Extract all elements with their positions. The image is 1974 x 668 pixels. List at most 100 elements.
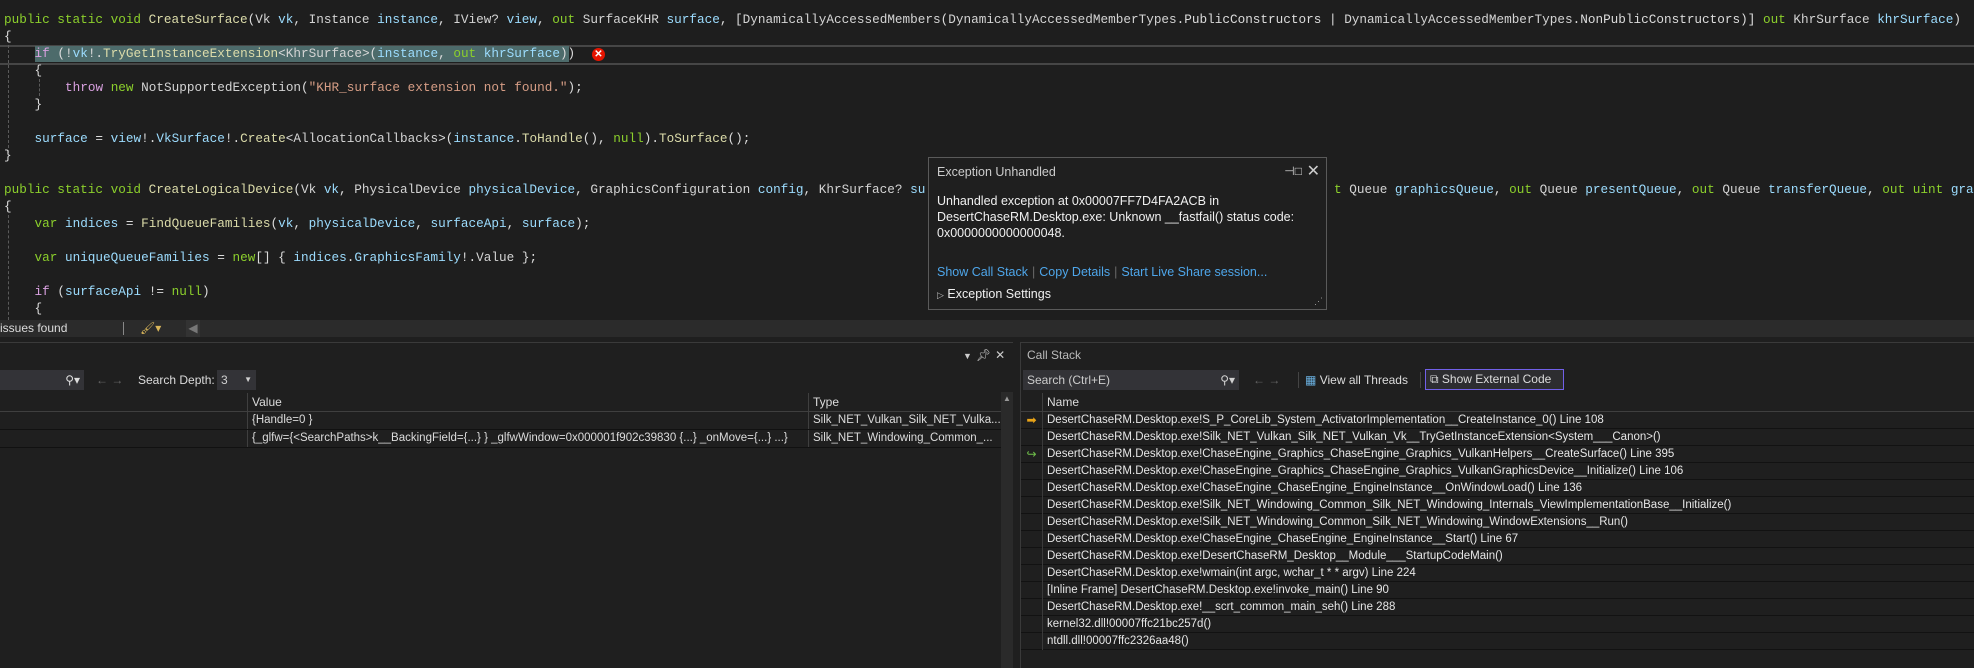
scrollbar[interactable]: ▲ [1001, 392, 1013, 668]
copy-details-link[interactable]: Copy Details [1039, 265, 1110, 279]
code-token: khrSurface [483, 46, 560, 61]
call-stack-frame[interactable]: DesertChaseRM.Desktop.exe!Silk_NET_Windo… [1021, 497, 1974, 514]
call-stack-frame[interactable]: DesertChaseRM.Desktop.exe!__scrt_common_… [1021, 599, 1974, 616]
show-call-stack-link[interactable]: Show Call Stack [937, 265, 1028, 279]
back-forward-arrows[interactable]: ← → [1253, 373, 1280, 387]
call-stack-frame[interactable]: DesertChaseRM.Desktop.exe!DesertChaseRM_… [1021, 548, 1974, 565]
call-stack-frame[interactable]: [Inline Frame] DesertChaseRM.Desktop.exe… [1021, 582, 1974, 599]
code-token: instance [453, 131, 515, 146]
call-stack-frame[interactable]: ↪ DesertChaseRM.Desktop.exe!ChaseEngine_G… [1021, 446, 1974, 463]
code-token: (! [49, 46, 73, 61]
show-external-code-button[interactable]: ⧉ Show External Code [1425, 369, 1564, 390]
code-token: DynamicallyAccessedMemberTypes [1344, 12, 1573, 27]
panel-menu-icon[interactable]: ▼ [963, 351, 976, 361]
code-line: var indices = FindQueueFamilies(vk, phys… [35, 215, 591, 232]
code-token: IView? [453, 12, 507, 27]
code-token: . [514, 131, 522, 146]
scroll-up-icon[interactable]: ▲ [1003, 394, 1011, 403]
popup-links: Show Call Stack | Copy Details | Start Live … [937, 265, 1267, 279]
code-token: , [537, 12, 553, 27]
code-line: { [35, 62, 43, 79]
close-icon[interactable]: ✕ [1307, 161, 1320, 181]
call-stack-frame[interactable]: kernel32.dll!00007ffc21bc257d() [1021, 616, 1974, 633]
column-header-type[interactable]: Type [808, 393, 839, 411]
code-line: } [4, 147, 12, 164]
call-stack-frame[interactable]: ntdll.dll!00007ffc2326aa48() [1021, 633, 1974, 650]
frame-name: DesertChaseRM.Desktop.exe!S_P_CoreLib_Sy… [1047, 414, 1604, 426]
call-stack-frame[interactable]: DesertChaseRM.Desktop.exe!Silk_NET_Windo… [1021, 514, 1974, 531]
code-line: public static void CreateSurface(Vk vk, … [4, 11, 1961, 28]
column-header-name[interactable]: Name [1042, 393, 1079, 411]
frame-gutter [1021, 565, 1043, 582]
link-separator: | [1114, 265, 1118, 279]
code-cleanup-icon[interactable]: 🖌▾ [140, 320, 161, 337]
column-header-value[interactable]: Value [247, 393, 282, 411]
code-token: (), [582, 131, 614, 146]
error-icon[interactable]: ✕ [592, 48, 605, 61]
code-token: var [34, 216, 65, 231]
indent-guide [8, 45, 9, 153]
start-live-share-link[interactable]: Start Live Share session... [1121, 265, 1267, 279]
code-token: (); [727, 131, 751, 146]
code-token: >( [361, 46, 378, 61]
view-all-threads-label: View all Threads [1319, 373, 1408, 387]
issues-status[interactable]: issues found [0, 320, 67, 337]
frame-gutter [1021, 463, 1043, 480]
code-token: indices [293, 250, 347, 265]
autos-search-input[interactable]: ⚲▾ [0, 370, 84, 390]
view-all-threads-button[interactable]: ▦ View all Threads [1305, 373, 1408, 387]
frame-gutter [1021, 514, 1043, 531]
code-token: GraphicsConfiguration [590, 182, 758, 197]
code-token: , [ [719, 12, 743, 27]
chevron-down-icon: ▼ [244, 375, 252, 384]
call-stack-frame[interactable]: DesertChaseRM.Desktop.exe!ChaseEngine_Ch… [1021, 480, 1974, 497]
code-token: , [506, 216, 522, 231]
close-panel-icon[interactable]: ✕ [995, 348, 1009, 362]
code-token: ); [567, 80, 583, 95]
call-stack-search-input[interactable]: Search (Ctrl+E) ⚲▾ [1023, 370, 1239, 390]
code-token: )) [559, 46, 576, 61]
code-token: }; [514, 250, 538, 265]
link-separator: | [1032, 265, 1036, 279]
call-stack-frame[interactable]: DesertChaseRM.Desktop.exe!Silk_NET_Vulka… [1021, 429, 1974, 446]
search-icon[interactable]: ⚲▾ [1220, 370, 1235, 390]
frame-name: DesertChaseRM.Desktop.exe!__scrt_common_… [1047, 601, 1396, 613]
code-token: { [34, 301, 43, 316]
exception-settings-expander[interactable]: ▷ Exception Settings [937, 287, 1051, 301]
table-row[interactable]: {Handle=0 } Silk_NET_Vulkan_Silk_NET_Vulk… [0, 412, 1001, 430]
code-token: } [34, 97, 43, 112]
code-token: , [339, 182, 355, 197]
code-line: { [35, 300, 43, 317]
code-token: PhysicalDevice [354, 182, 469, 197]
code-token: public static void [4, 12, 149, 27]
pin-icon[interactable]: ⊣□ [1284, 164, 1302, 178]
call-stack-frame[interactable]: DesertChaseRM.Desktop.exe!ChaseEngine_Gr… [1021, 463, 1974, 480]
code-token: surfaceApi [64, 284, 142, 299]
code-token: ( [301, 80, 309, 95]
back-forward-arrows[interactable]: ← → [96, 373, 123, 387]
code-token: Instance [308, 12, 378, 27]
code-token: Queue [1722, 182, 1769, 197]
code-token: , [293, 216, 309, 231]
frame-name: DesertChaseRM.Desktop.exe!Silk_NET_Windo… [1047, 499, 1732, 511]
code-token: instance [377, 12, 439, 27]
frame-name: DesertChaseRM.Desktop.exe!ChaseEngine_Ch… [1047, 482, 1583, 494]
table-row[interactable]: {_glfw={<SearchPaths>k__BackingField={..… [0, 430, 1001, 448]
search-placeholder: Search (Ctrl+E) [1027, 373, 1111, 387]
separator [123, 322, 124, 335]
code-token: public static void [4, 182, 149, 197]
value-cell: {_glfw={<SearchPaths>k__BackingField={..… [247, 430, 808, 447]
code-token: , [575, 182, 591, 197]
pin-icon[interactable]: 📌︎ [976, 348, 995, 362]
search-depth-select[interactable]: 3 ▼ [217, 370, 256, 390]
code-line: throw new NotSupportedException("KHR_sur… [65, 79, 583, 96]
scroll-left-icon[interactable]: ◀ [186, 320, 200, 337]
resize-grip-icon[interactable]: ⋰ [1314, 296, 1323, 307]
code-token: instance [377, 46, 439, 61]
code-token: out uint [1882, 182, 1951, 197]
code-token: vk [278, 216, 294, 231]
call-stack-frame[interactable]: ➡ DesertChaseRM.Desktop.exe!S_P_CoreLib_S… [1021, 412, 1974, 429]
call-stack-frame[interactable]: DesertChaseRM.Desktop.exe!ChaseEngine_Ch… [1021, 531, 1974, 548]
call-stack-frame[interactable]: DesertChaseRM.Desktop.exe!wmain(int argc… [1021, 565, 1974, 582]
column-header-row [1021, 392, 1974, 412]
